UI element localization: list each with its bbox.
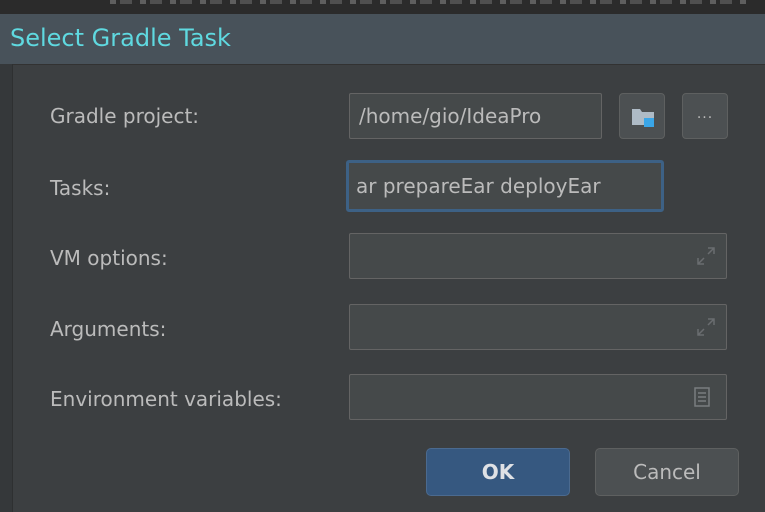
browse-project-button[interactable] <box>619 93 665 139</box>
environment-variables-input[interactable] <box>349 374 727 420</box>
more-options-label: ... <box>696 106 714 122</box>
background-window-text-fragment <box>110 0 750 4</box>
vm-options-label: VM options: <box>50 246 168 270</box>
expand-icon[interactable] <box>696 317 716 337</box>
tasks-label: Tasks: <box>50 176 111 200</box>
dialog-left-edge <box>0 64 13 512</box>
background-window-strip <box>0 0 765 14</box>
tasks-value: ar prepareEar deployEar <box>356 174 601 198</box>
expand-icon[interactable] <box>696 246 716 266</box>
tasks-input[interactable]: ar prepareEar deployEar <box>346 160 664 212</box>
dialog-titlebar[interactable]: Select Gradle Task <box>0 14 765 65</box>
more-options-button[interactable]: ... <box>682 93 728 139</box>
gradle-project-field[interactable]: /home/gio/IdeaPro <box>349 93 602 139</box>
dialog-title: Select Gradle Task <box>10 24 231 52</box>
arguments-input[interactable] <box>349 304 727 350</box>
select-gradle-task-dialog: Select Gradle Task Gradle project: /home… <box>0 0 765 512</box>
cancel-button[interactable]: Cancel <box>595 448 739 496</box>
ok-button[interactable]: OK <box>426 448 570 496</box>
arguments-label: Arguments: <box>50 317 167 341</box>
vm-options-input[interactable] <box>349 233 727 279</box>
document-icon[interactable] <box>694 387 710 407</box>
gradle-project-label: Gradle project: <box>50 104 200 128</box>
folder-icon <box>632 109 654 127</box>
environment-variables-label: Environment variables: <box>50 387 282 411</box>
gradle-project-value: /home/gio/IdeaPro <box>359 104 542 128</box>
